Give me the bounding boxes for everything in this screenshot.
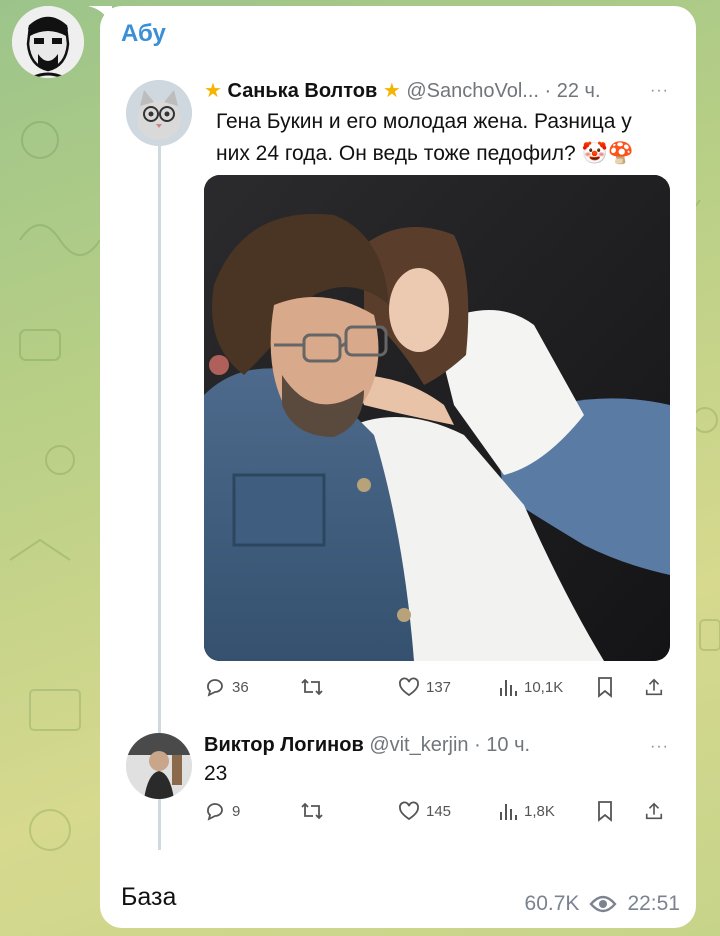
bar-chart-icon [500,680,517,696]
retweet-icon [301,678,323,696]
message-time: 22:51 [627,892,680,915]
tweet2-handle: @vit_kerjin [369,734,469,756]
sender-avatar[interactable] [12,6,84,78]
tweet2-text: 23 [204,762,228,785]
tweet2-view-count: 1,8K [524,802,555,820]
tweet2-bookmark-button [596,800,644,822]
tweet1-age: · 22 ч. [544,80,601,102]
tweet1-header: ★ Санька Волтов ★ @SanchoVol... · 22 ч. [204,78,601,103]
eye-icon [589,895,618,913]
message-footer: 60.7K 22:51 [525,892,680,916]
bar-chart-icon [500,804,517,820]
tweet1-more-icon: ··· [650,82,669,99]
heart-icon [399,801,419,821]
bubble-tail [88,6,112,28]
tweet2-reply-button: 9 [204,800,300,822]
tweet1-like-count: 137 [426,678,452,696]
tweet1-photo [204,175,670,661]
tweet2-more-icon: ··· [650,738,669,755]
share-icon [645,802,663,820]
tweet1-view-count: 10,1K [524,678,564,696]
tweet2-share-button [644,800,670,822]
star-icon: ★ [204,80,222,102]
tweet2-retweet-button [300,800,398,822]
reply-icon [207,679,223,697]
share-icon [645,678,663,696]
tweet1-views: 10,1K [498,676,596,698]
tweet1-text: Гена Букин и его молодая жена. Разница у… [216,110,634,165]
message-caption: База [121,883,177,911]
reply-icon [207,803,223,821]
tweet1-retweet-button [300,676,398,698]
tweet2-header: Виктор Логинов @vit_kerjin · 10 ч. [204,734,530,757]
tweet1-author-name: Санька Волтов [227,80,378,102]
tweet1-reply-count: 36 [232,678,249,696]
bookmark-icon [598,677,612,698]
tweet2-like-count: 145 [426,802,452,820]
tweet1-handle: @SanchoVol... [406,80,539,102]
tweet2-reply-count: 9 [232,802,241,820]
tweet1-like-button: 137 [398,676,498,698]
tweet1-bookmark-button [596,676,644,698]
tweet2-age: · 10 ч. [474,734,531,756]
tweet1-avatar [126,80,192,146]
tweet2-actions: 9 145 1,8K [204,796,670,826]
star-icon: ★ [382,80,401,102]
retweet-icon [301,802,323,820]
bookmark-icon [598,801,612,822]
view-count: 60.7K [524,892,580,915]
tweet2-views: 1,8K [498,800,596,822]
tweet1-share-button [644,676,670,698]
tweet2-author-name: Виктор Логинов [204,734,364,756]
tweet2-like-button: 145 [398,800,498,822]
tweet1-reply-button: 36 [204,676,300,698]
sender-name[interactable]: Абу [121,20,166,48]
heart-icon [399,677,419,697]
tweet1-actions: 36 137 10,1K [204,672,670,702]
tweet2-avatar [126,733,192,799]
